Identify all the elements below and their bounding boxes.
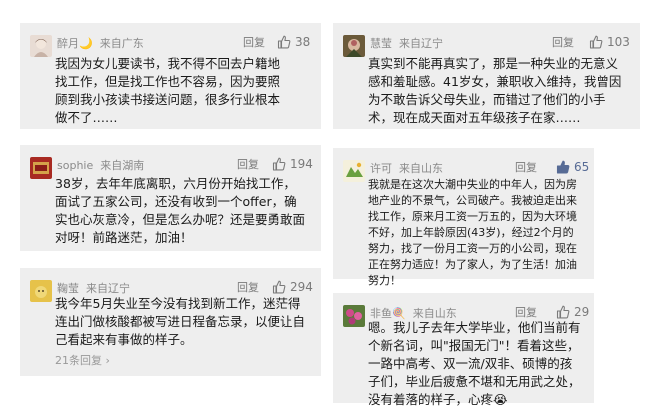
comment-card: 慧莹 来自辽宁 回复 103 真实到不能再真实了，那是一种失业的无意义感和羞耻感。… [333, 23, 640, 129]
comment-card: 许可 来自山东 回复 65 我就是在这次大潮中失业的中年人，因为房地产业的不景气，… [333, 148, 594, 287]
thumbs-up-icon [272, 280, 286, 294]
comment-card: 醉月🌙 来自广东 回复 38 我因为女儿要读书，我不得不回去户籍地找工作，但是找工… [20, 23, 321, 129]
reply-button[interactable]: 回复 [237, 281, 259, 295]
like-button[interactable]: 65 [556, 158, 589, 176]
comment-text: 嗯。我儿子去年大学毕业，他们当前有个新名词，叫"报国无门"！看着这些，一路中高考… [368, 320, 581, 407]
thumbs-up-icon [272, 157, 286, 171]
reply-button[interactable]: 回复 [237, 158, 259, 172]
like-button[interactable]: 38 [277, 33, 310, 51]
like-button[interactable]: 294 [272, 278, 313, 296]
comment-card: sophie 来自湖南 回复 194 38岁，去年年底离职，六月份开始找工作，面试… [20, 145, 321, 251]
comment-text: 我因为女儿要读书，我不得不回去户籍地找工作，但是找工作也不容易，因为要照顾到我小… [55, 56, 281, 125]
comment-text: 38岁，去年年底离职，六月份开始找工作，面试了五家公司，还没有收到一个offer… [55, 176, 306, 245]
comment-text: 真实到不能再真实了，那是一种失业的无意义感和羞耻感。41岁女，兼职收入维持，我曾… [368, 56, 622, 125]
comment-card: 鞠莹 来自辽宁 回复 294 我今年5月失业至今没有找到新工作，迷茫得连出门做核酸… [20, 268, 321, 376]
avatar[interactable] [30, 280, 52, 302]
avatar[interactable] [343, 305, 365, 327]
like-button[interactable]: 103 [589, 33, 630, 51]
username[interactable]: 鞠莹 [57, 282, 79, 295]
view-replies-link[interactable]: 21条回复 › [55, 352, 110, 368]
like-button[interactable]: 194 [272, 155, 313, 173]
location-label: 来自湖南 [100, 159, 145, 172]
reply-button[interactable]: 回复 [552, 36, 574, 50]
like-count: 65 [574, 160, 590, 174]
thumbs-up-icon [556, 305, 570, 319]
username[interactable]: 许可 [370, 162, 392, 175]
comment-text: 我就是在这次大潮中失业的中年人，因为房地产业的不景气，公司破产。我被迫走出来找工… [368, 178, 577, 287]
avatar[interactable] [30, 35, 52, 57]
avatar[interactable] [343, 160, 365, 182]
like-count: 103 [607, 35, 630, 49]
username[interactable]: 醉月🌙 [57, 37, 93, 50]
avatar[interactable] [30, 157, 52, 179]
comment-card: 非鱼🍭 来自山东 回复 29 嗯。我儿子去年大学毕业，他们当前有个新名词，叫"报国… [333, 293, 594, 407]
replies-count: 21条回复 [55, 354, 102, 367]
thumbs-up-icon [556, 160, 570, 174]
like-count: 38 [295, 35, 311, 49]
username[interactable]: 慧莹 [370, 37, 392, 50]
like-count: 294 [290, 280, 313, 294]
reply-button[interactable]: 回复 [515, 161, 537, 175]
username[interactable]: sophie [57, 159, 93, 172]
location-label: 来自辽宁 [86, 282, 130, 295]
location-label: 来自辽宁 [399, 37, 443, 50]
location-label: 来自山东 [399, 162, 443, 175]
reply-button[interactable]: 回复 [515, 306, 537, 320]
comment-text: 我今年5月失业至今没有找到新工作，迷茫得连出门做核酸都被写进日程备忘录，以便让自… [55, 296, 306, 347]
thumbs-up-icon [589, 35, 603, 49]
thumbs-up-icon [277, 35, 291, 49]
reply-button[interactable]: 回复 [243, 36, 265, 50]
location-label: 来自广东 [99, 37, 144, 50]
avatar[interactable] [343, 35, 365, 57]
like-count: 194 [290, 157, 313, 171]
chevron-right-icon: › [102, 354, 110, 367]
like-count: 29 [574, 305, 590, 319]
